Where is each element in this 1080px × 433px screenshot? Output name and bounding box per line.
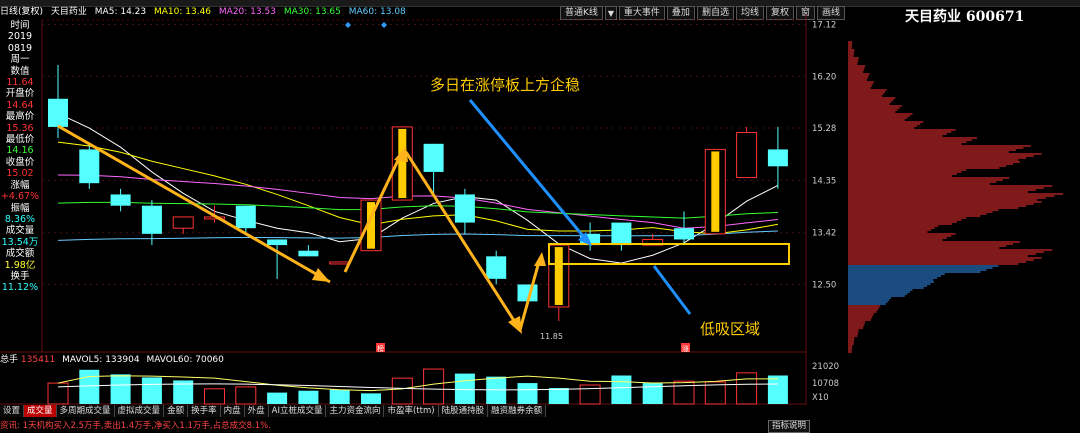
candle-body-down — [486, 256, 507, 279]
volume-bar-up — [391, 377, 413, 405]
volume-bar-up — [204, 388, 225, 405]
mavol5-label: MAVOL5: — [62, 355, 103, 365]
support-zone-box — [548, 243, 790, 265]
volume-bar-down — [517, 383, 538, 404]
volume-bars — [47, 368, 788, 405]
price-tick-label: 17.12 — [812, 21, 836, 31]
ma60-line — [57, 230, 778, 241]
top-annotation: 多日在涨停板上方企稳 — [430, 76, 580, 94]
mavol60-value: 70060 — [195, 355, 224, 365]
candles — [48, 65, 788, 322]
price-tick-label: 13.42 — [812, 229, 836, 239]
volume-bar-up — [423, 368, 445, 405]
indicator-tab[interactable]: AI立桩成交量 — [268, 405, 327, 417]
candle-body-down — [423, 143, 444, 172]
volume-bar-down — [329, 389, 350, 404]
indicator-tab[interactable]: 设置 — [0, 405, 25, 417]
volume-value: 135411 — [20, 355, 56, 365]
volume-bar-up — [235, 386, 257, 405]
rise-arrow — [343, 151, 404, 273]
indicator-tab[interactable]: 主力资金流向 — [326, 405, 385, 417]
low-price-label: 11.85 — [540, 332, 563, 341]
volume-bar-down — [110, 374, 131, 404]
volume-info-bar: 总手 135411 MAVOL5: 133904 MAVOL60: 70060 — [0, 354, 600, 366]
candle-body-up — [329, 261, 351, 265]
indicator-tab[interactable]: 市盈率(ttm) — [384, 405, 439, 417]
candle-body-up — [172, 216, 194, 229]
low-annotation: 低吸区域 — [700, 320, 760, 338]
event-marker-1-label: 榜 — [377, 344, 384, 353]
candle-body-down — [110, 194, 131, 206]
candle-body-down — [267, 239, 288, 246]
rebound-arrowhead — [534, 252, 546, 266]
volume-bar-down — [454, 373, 475, 404]
candle-body-down — [48, 98, 68, 127]
mavol5-value: 133904 — [105, 355, 140, 365]
indicator-tab[interactable]: 换手率 — [188, 405, 221, 417]
diamond-marker-1 — [345, 22, 351, 28]
volume-bar-down — [767, 375, 788, 404]
candle-body-down — [454, 194, 475, 223]
indicator-tab[interactable]: 金额 — [164, 405, 189, 417]
downtrend-arrow — [57, 124, 331, 284]
news-ticker[interactable]: 资讯: 1天机构买入2.5万手,卖出1.4万手,净买入1.1万手,占总成交8.1… — [0, 420, 271, 432]
volume-tick-label: 21020 — [812, 362, 839, 372]
candle-body-down — [235, 205, 256, 229]
candle-body-down — [767, 149, 788, 167]
candle-body-down — [141, 205, 162, 234]
ma20-line — [57, 174, 778, 229]
volume-bar-down — [361, 393, 381, 404]
fall-arrow — [404, 151, 522, 331]
volume-bar-down — [548, 388, 569, 404]
volume-bar-down — [611, 375, 632, 404]
mavol60-label: MAVOL60: — [146, 355, 193, 365]
volume-bar-down — [298, 390, 319, 404]
candle-body-down — [674, 228, 694, 240]
indicator-tab[interactable]: 外盘 — [244, 405, 269, 417]
volume-label: 总手 — [0, 355, 19, 365]
price-tick-label: 16.20 — [812, 72, 836, 82]
volume-tick-label: 10708 — [812, 379, 839, 389]
downtrend-arrowhead — [312, 268, 330, 282]
price-tick-label: 14.35 — [812, 176, 836, 186]
limit-up-fill — [398, 128, 407, 199]
volume-tick-label: X10 — [812, 393, 829, 403]
indicator-tab[interactable]: 融资融券余额 — [488, 405, 547, 417]
indicator-tab[interactable]: 多周期成交量 — [56, 405, 115, 417]
indicator-tab[interactable]: 陆股通持股 — [438, 405, 489, 417]
volume-bar-down — [141, 377, 162, 404]
indicator-tabs: 设置 成交量 多周期成交量 虚拟成交量 金额 换手率 内盘 外盘 AI立桩成交量 主力资金流向 市盈… — [0, 405, 547, 417]
price-tick-label: 15.28 — [812, 124, 836, 134]
candlestick-chart[interactable]: 17.12 16.20 15.28 14.35 13.42 12.50 多日在涨停板上方企… — [0, 0, 1080, 433]
volume-bar-up — [736, 372, 758, 405]
volume-bar-down — [79, 369, 100, 404]
volume-bar-up — [673, 380, 695, 405]
indicator-tab[interactable]: 内盘 — [220, 405, 245, 417]
indicator-tab[interactable]: 虚拟成交量 — [114, 405, 165, 417]
candle-body-up — [736, 132, 758, 179]
limit-up-fill — [554, 247, 563, 305]
volume-axis: 21020 10708 X10 — [812, 362, 839, 403]
indicator-tab[interactable]: 成交量 — [24, 405, 57, 417]
limit-up-fill — [711, 151, 720, 232]
indicator-help-button[interactable]: 指标说明 — [768, 420, 811, 433]
blue-arrows — [468, 99, 692, 315]
candle-body-down — [79, 149, 100, 184]
volume-bar-down — [267, 392, 288, 404]
top-callout-arrow — [468, 99, 590, 243]
orange-arrows — [57, 124, 546, 334]
low-callout-arrow — [652, 265, 692, 315]
event-marker-2-label: 涨 — [682, 344, 689, 353]
ma30-line — [57, 201, 778, 219]
diamond-marker-2 — [381, 22, 387, 28]
candle-body-down — [611, 222, 632, 246]
candle-body-down — [298, 250, 319, 257]
price-tick-label: 12.50 — [812, 280, 836, 290]
volume-bar-up — [579, 384, 601, 405]
chip-distribution — [848, 41, 1063, 353]
